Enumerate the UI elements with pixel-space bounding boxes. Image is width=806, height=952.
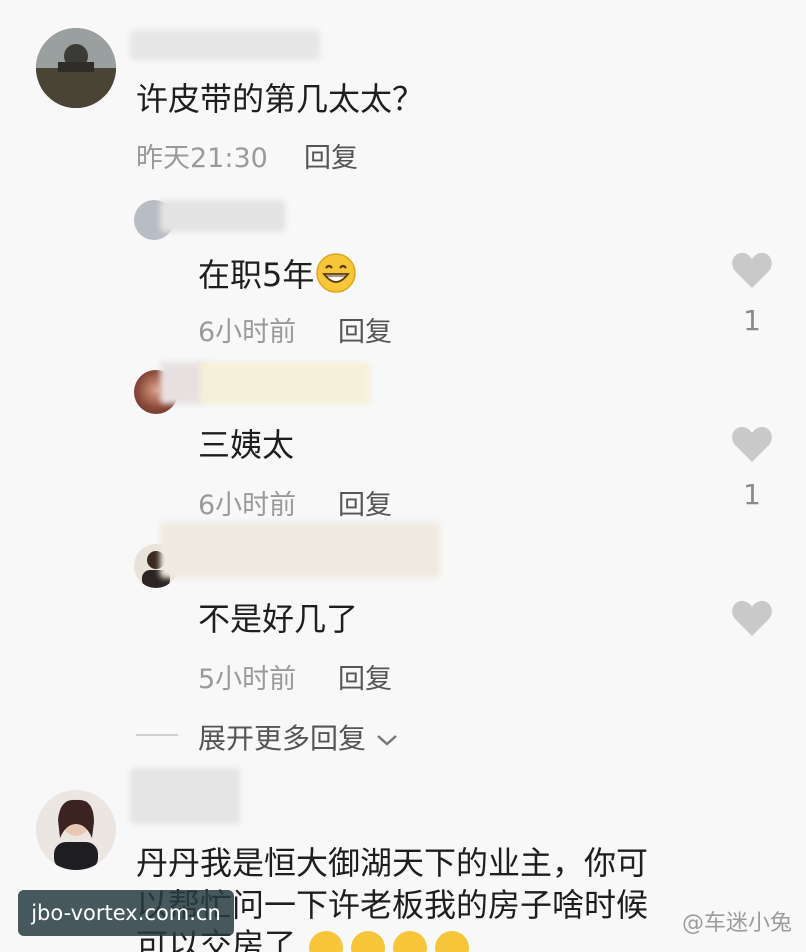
tears-of-joy-icon [306,926,476,952]
chevron-down-icon [377,735,397,746]
reply-text: 三姨太 [198,426,295,464]
blurred-username [200,362,370,404]
reply-text: 在职5年 [198,252,358,302]
comment-timestamp: 昨天21:30 [136,143,268,174]
reply-button[interactable]: 回复 [338,657,392,696]
grinning-face-icon [314,252,358,302]
blurred-username [160,522,440,578]
like-count: 1 [743,304,761,337]
like-heart-icon[interactable] [730,250,774,290]
reply-timestamp: 5小时前 [198,664,297,695]
blurred-username [160,200,285,232]
comment-text: 许皮带的第几太太？ [136,80,425,118]
commenter-avatar[interactable] [36,28,116,108]
like-count: 1 [743,478,761,511]
reply-timestamp: 6小时前 [198,490,297,521]
reply-timestamp: 6小时前 [198,317,297,348]
comment-thread: 许皮带的第几太太？ 昨天21:30 回复 在职5年 6小时前 回复 1 三姨太 … [0,0,806,952]
expand-divider [136,734,178,736]
expand-more-replies-button[interactable]: 展开更多回复 [198,717,399,757]
commenter-avatar[interactable] [36,790,116,870]
blurred-username [130,30,320,60]
reply-button[interactable]: 回复 [304,136,358,175]
like-heart-icon[interactable] [730,598,774,638]
avatar-photo-icon [36,28,116,108]
reply-button[interactable]: 回复 [338,310,392,349]
like-heart-icon[interactable] [730,424,774,464]
reply-text: 不是好几了 [198,600,359,638]
blurred-username [130,768,240,824]
avatar-photo-icon [54,799,98,870]
reply-button[interactable]: 回复 [338,483,392,522]
author-watermark: @车迷小兔 [681,911,792,936]
comment-text-line: 丹丹我是恒大御湖天下的业主，你可 [136,844,649,882]
site-watermark: jbo-vortex.com.cn [18,890,234,936]
reply-text-content: 在职5年 [198,256,315,295]
expand-label: 展开更多回复 [198,722,367,755]
